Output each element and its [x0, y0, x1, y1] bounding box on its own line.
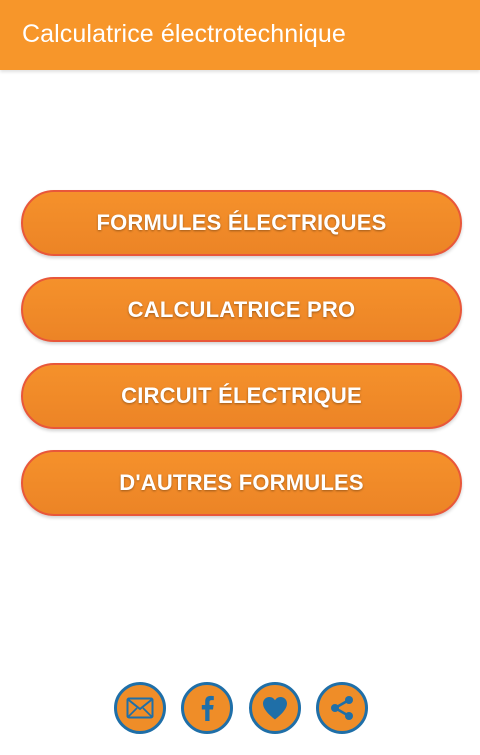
pro-calculator-button[interactable]: CALCULATRICE PRO — [21, 277, 462, 342]
facebook-icon — [201, 695, 214, 721]
main-menu: FORMULES ÉLECTRIQUES CALCULATRICE PRO CI… — [21, 190, 462, 537]
app-bar: Calculatrice électrotechnique — [0, 0, 480, 70]
app-title: Calculatrice électrotechnique — [22, 20, 346, 48]
mail-button[interactable] — [114, 682, 166, 734]
share-button[interactable] — [316, 682, 368, 734]
other-formulas-button[interactable]: D'AUTRES FORMULES — [21, 450, 462, 516]
electric-circuit-button[interactable]: CIRCUIT ÉLECTRIQUE — [21, 363, 462, 429]
heart-icon — [263, 697, 287, 720]
facebook-button[interactable] — [181, 682, 233, 734]
mail-icon — [126, 697, 154, 719]
social-bar — [114, 682, 370, 734]
share-icon — [331, 696, 353, 720]
favorite-button[interactable] — [249, 682, 301, 734]
electrical-formulas-button[interactable]: FORMULES ÉLECTRIQUES — [21, 190, 462, 256]
